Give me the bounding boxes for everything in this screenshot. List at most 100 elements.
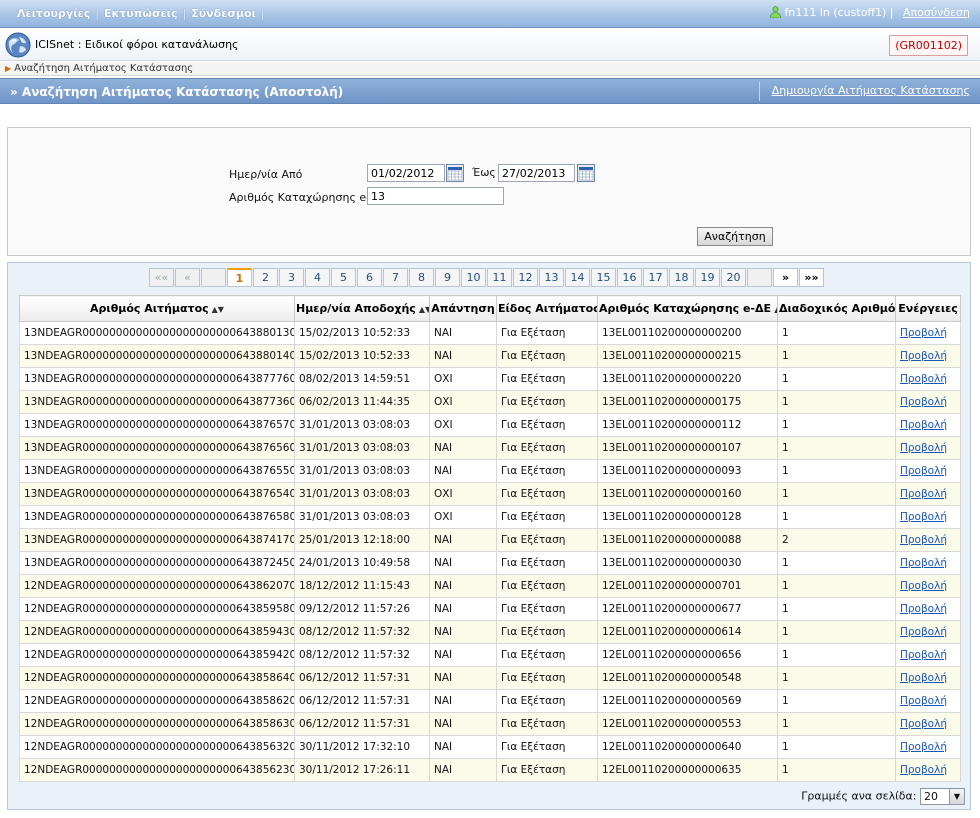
date-to-input[interactable]: 27/02/2013 [498,164,575,182]
pager-page-10[interactable]: 10 [461,268,486,287]
pager-page-14[interactable]: 14 [565,268,590,287]
pager-page-8[interactable]: 8 [409,268,434,287]
cell-request-type: Για Εξέταση [496,551,598,575]
view-link[interactable]: Προβολή [900,327,947,339]
pager-page-5[interactable]: 5 [331,268,356,287]
menu-item-operations[interactable]: Λειτουργίες [12,7,95,20]
view-link[interactable]: Προβολή [900,419,947,431]
view-link[interactable]: Προβολή [900,764,947,776]
view-link[interactable]: Προβολή [900,534,947,546]
view-link[interactable]: Προβολή [900,649,947,661]
calendar-icon[interactable] [446,164,464,182]
view-link[interactable]: Προβολή [900,741,947,753]
view-link[interactable]: Προβολή [900,695,947,707]
cell-registration-number: 12EL00110200000000677 [597,597,778,621]
cell-acceptance-date: 31/01/2013 03:08:03 [294,459,430,483]
chevron-down-icon[interactable]: ▼ [949,789,964,804]
breadcrumb-item[interactable]: Αναζήτηση Αιτήματος Κατάστασης [14,63,193,74]
create-request-link[interactable]: Δημιουργία Αιτήματος Κατάστασης [758,82,980,101]
logout-link[interactable]: Αποσύνδεση [903,6,970,19]
cell-answer: ΝΑΙ [429,735,497,759]
sort-icon[interactable]: ▲▼ [212,305,224,314]
column-header-registration-number[interactable]: Αριθμός Καταχώρησης e-ΔΕ▲▼ [597,295,778,322]
pager-last-button[interactable]: »» [799,268,824,287]
column-header-request-number[interactable]: Αριθμός Αιτήματος ▲▼ [19,295,295,322]
pager-page-1[interactable]: 1 [227,268,252,287]
menu-item-prints[interactable]: Εκτυπώσεις [99,7,183,20]
cell-answer: ΝΑΙ [429,666,497,690]
cell-registration-number: 13EL00110200000000200 [597,321,778,345]
cell-request-number: 13NDEAGR00000000000000000000000643880140… [19,344,295,368]
pager-page-12[interactable]: 12 [513,268,538,287]
table-row: 13NDEAGR00000000000000000000000643876540… [19,482,961,506]
cell-request-number: 13NDEAGR00000000000000000000000643876580… [19,505,295,529]
registration-number-label: Αριθμός Καταχώρησης e-ΔΕ [229,191,385,204]
search-panel: Ημερ/νία Από 01/02/2012 Έως 27/02/2013 Α… [7,127,971,256]
pager-page-9[interactable]: 9 [435,268,460,287]
cell-actions: Προβολή [895,551,961,575]
view-link[interactable]: Προβολή [900,373,947,385]
cell-answer: ΝΑΙ [429,459,497,483]
cell-answer: ΝΑΙ [429,574,497,598]
rows-per-page-select[interactable]: 20 ▼ [920,788,965,805]
search-button[interactable]: Αναζήτηση [697,227,773,246]
view-link[interactable]: Προβολή [900,626,947,638]
pager-page-7[interactable]: 7 [383,268,408,287]
pager-page-2[interactable]: 2 [253,268,278,287]
view-link[interactable]: Προβολή [900,442,947,454]
view-link[interactable]: Προβολή [900,350,947,362]
rows-per-page-label: Γραμμές ανα σελίδα: [801,789,917,803]
view-link[interactable]: Προβολή [900,718,947,730]
cell-sequence-number: 1 [777,459,896,483]
globe-logo-icon [5,32,31,58]
registration-number-input[interactable]: 13 [367,187,504,205]
cell-registration-number: 13EL00110200000000220 [597,367,778,391]
view-link[interactable]: Προβολή [900,672,947,684]
table-body: 13NDEAGR00000000000000000000000643880130… [19,321,961,782]
pager-page-3[interactable]: 3 [279,268,304,287]
cell-request-number: 12NDEAGR00000000000000000000000643858620… [19,689,295,713]
pager-page-19[interactable]: 19 [695,268,720,287]
cell-sequence-number: 2 [777,528,896,552]
table-row: 13NDEAGR00000000000000000000000643876560… [19,436,961,460]
pager-next-button[interactable]: » [773,268,798,287]
user-info: fn111 ln (custoff1) | Αποσύνδεση [770,6,970,19]
pager-page-16[interactable]: 16 [617,268,642,287]
view-link[interactable]: Προβολή [900,488,947,500]
pager-prev-button[interactable]: « [175,268,200,287]
cell-sequence-number: 1 [777,551,896,575]
view-link[interactable]: Προβολή [900,465,947,477]
table-row: 13NDEAGR00000000000000000000000643872450… [19,551,961,575]
pager-page-4[interactable]: 4 [305,268,330,287]
view-link[interactable]: Προβολή [900,603,947,615]
menu-item-links[interactable]: Σύνδεσμοι [186,7,261,20]
cell-request-number: 12NDEAGR00000000000000000000000643858630… [19,712,295,736]
pager-page-6[interactable]: 6 [357,268,382,287]
pager-page-13[interactable]: 13 [539,268,564,287]
view-link[interactable]: Προβολή [900,580,947,592]
cell-request-type: Για Εξέταση [496,436,598,460]
sort-icon[interactable]: ▲▼ [419,305,429,314]
view-link[interactable]: Προβολή [900,396,947,408]
cell-acceptance-date: 30/11/2012 17:32:10 [294,735,430,759]
pager-page-18[interactable]: 18 [669,268,694,287]
cell-answer: ΝΑΙ [429,758,497,782]
cell-request-number: 12NDEAGR00000000000000000000000643859430… [19,620,295,644]
view-link[interactable]: Προβολή [900,557,947,569]
pager-page-11[interactable]: 11 [487,268,512,287]
pager-page-15[interactable]: 15 [591,268,616,287]
date-to-label: Έως [472,166,496,179]
pager-first-button[interactable]: «« [149,268,174,287]
date-from-input[interactable]: 01/02/2012 [367,164,445,182]
table-row: 12NDEAGR00000000000000000000000643858630… [19,712,961,736]
separator: | [886,6,898,19]
column-header-acceptance-date[interactable]: Ημερ/νία Αποδοχής▲▼ [294,295,430,322]
cell-acceptance-date: 25/01/2013 12:18:00 [294,528,430,552]
cell-request-number: 12NDEAGR00000000000000000000000643856320… [19,735,295,759]
view-link[interactable]: Προβολή [900,511,947,523]
calendar-icon[interactable] [577,164,595,182]
cell-sequence-number: 1 [777,712,896,736]
pager-page-17[interactable]: 17 [643,268,668,287]
pager-page-20[interactable]: 20 [721,268,746,287]
sort-icon[interactable]: ▲▼ [774,305,776,314]
